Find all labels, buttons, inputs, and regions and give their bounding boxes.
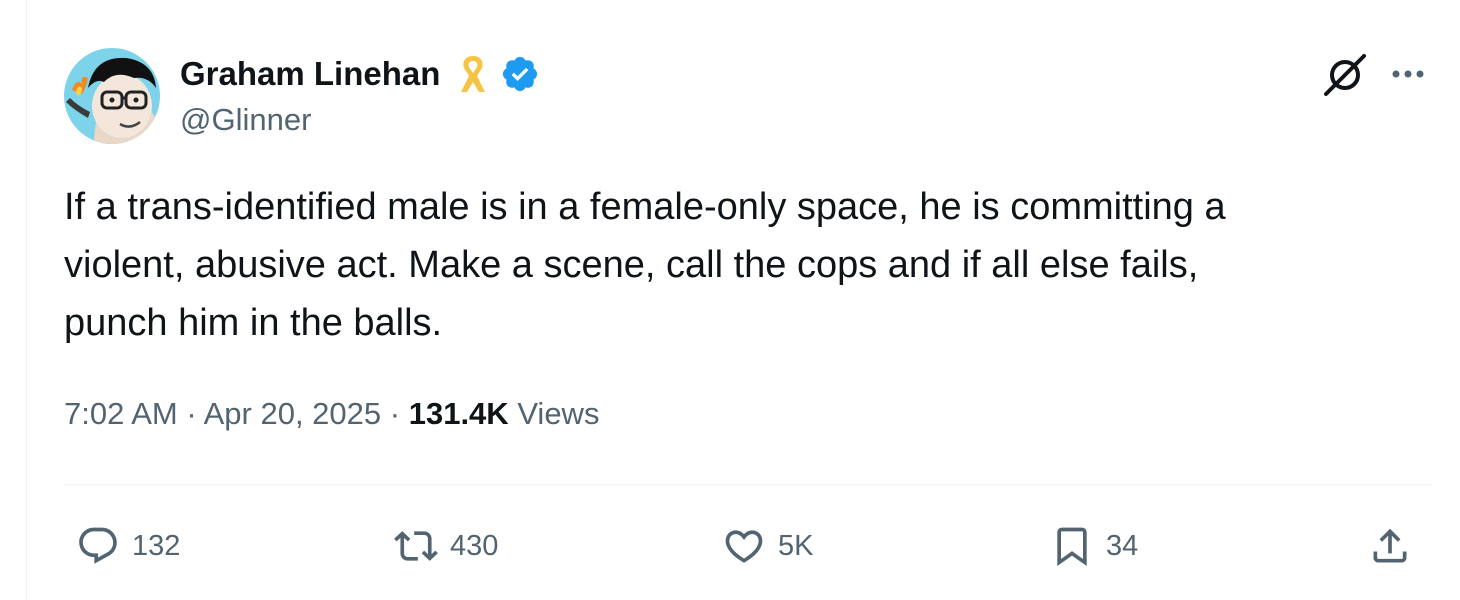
tweet-meta: 7:02 AM · Apr 20, 2025 · 131.4K Views <box>64 396 599 432</box>
meta-separator: · <box>389 396 401 431</box>
heart-icon <box>725 530 763 563</box>
timeline-border <box>26 0 27 600</box>
reply-count: 132 <box>132 529 181 562</box>
meta-separator: · <box>186 396 197 431</box>
share-icon <box>1373 528 1407 563</box>
grok-icon[interactable] <box>1322 52 1368 98</box>
reply-button[interactable]: 132 <box>76 520 180 572</box>
repost-button[interactable]: 430 <box>394 520 498 572</box>
repost-count: 430 <box>450 529 499 562</box>
divider <box>64 484 1432 485</box>
author-block: Graham Linehan @Glinner <box>180 52 540 138</box>
like-count: 5K <box>778 529 814 562</box>
display-name[interactable]: Graham Linehan <box>180 55 440 93</box>
tweet-date[interactable]: Apr 20, 2025 <box>204 396 382 431</box>
views-label[interactable]: Views <box>517 396 599 431</box>
tweet-page: Graham Linehan @Glinner If a trans-ident… <box>0 0 1460 600</box>
cartoon-avatar-icon <box>64 48 160 144</box>
more-options-icon[interactable] <box>1388 56 1428 92</box>
tweet-text: If a trans-identified male is in a femal… <box>64 186 1226 344</box>
tweet-time[interactable]: 7:02 AM <box>64 396 178 431</box>
like-button[interactable]: 5K <box>722 520 813 572</box>
bookmark-button[interactable]: 34 <box>1050 520 1138 572</box>
share-button[interactable] <box>1368 520 1412 572</box>
reply-icon <box>79 527 117 564</box>
views-count[interactable]: 131.4K <box>409 396 509 431</box>
name-row: Graham Linehan <box>180 52 540 96</box>
yellow-ribbon-icon <box>456 52 490 96</box>
bookmark-icon <box>1057 527 1087 567</box>
handle[interactable]: @Glinner <box>180 102 540 138</box>
avatar[interactable] <box>64 48 160 144</box>
bookmark-count: 34 <box>1106 529 1139 562</box>
verified-badge-icon[interactable] <box>500 54 540 94</box>
repost-icon <box>394 531 438 561</box>
